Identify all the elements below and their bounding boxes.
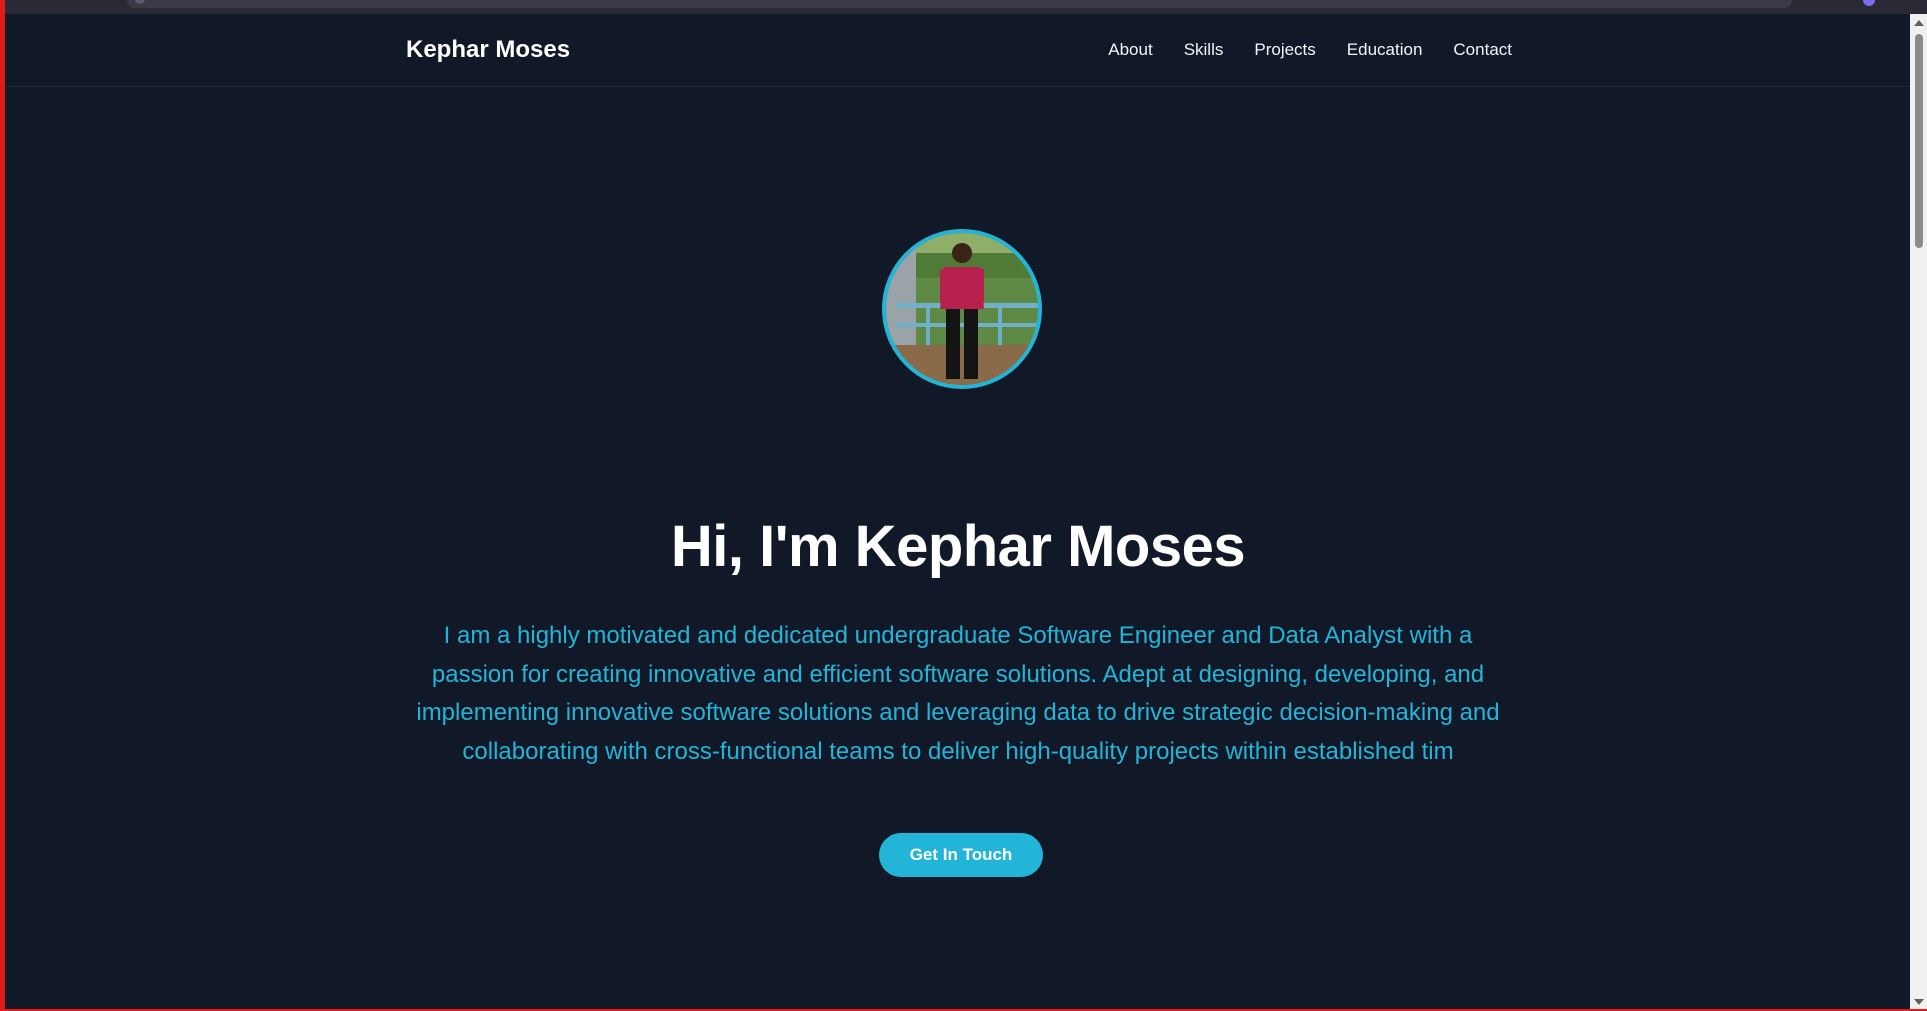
nav-link-education[interactable]: Education <box>1347 40 1423 60</box>
scroll-down-arrow-icon[interactable] <box>1914 999 1924 1005</box>
profile-photo <box>886 233 1038 385</box>
browser-toolbar-edge <box>5 0 1927 14</box>
address-bar[interactable] <box>127 0 1792 8</box>
top-navbar: Kephar Moses About Skills Projects Educa… <box>5 14 1911 87</box>
hero-title: Hi, I'm Kephar Moses <box>670 514 1246 579</box>
page-scrollbar[interactable] <box>1910 14 1927 1009</box>
nav-link-contact[interactable]: Contact <box>1453 40 1512 60</box>
brand-logo[interactable]: Kephar Moses <box>406 36 570 64</box>
profile-icon[interactable] <box>1863 0 1875 6</box>
hero-description: I am a highly motivated and dedicated un… <box>416 622 1500 765</box>
nav-links: About Skills Projects Education Contact <box>1108 40 1512 60</box>
get-in-touch-button[interactable]: Get In Touch <box>879 833 1043 877</box>
profile-avatar <box>882 229 1042 389</box>
scroll-thumb[interactable] <box>1915 34 1923 248</box>
site-info-icon[interactable] <box>135 0 145 4</box>
browser-viewport: Kephar Moses About Skills Projects Educa… <box>0 0 1927 1011</box>
nav-link-about[interactable]: About <box>1108 40 1152 60</box>
nav-link-skills[interactable]: Skills <box>1184 40 1224 60</box>
nav-link-projects[interactable]: Projects <box>1254 40 1315 60</box>
scroll-up-arrow-icon[interactable] <box>1914 20 1924 26</box>
